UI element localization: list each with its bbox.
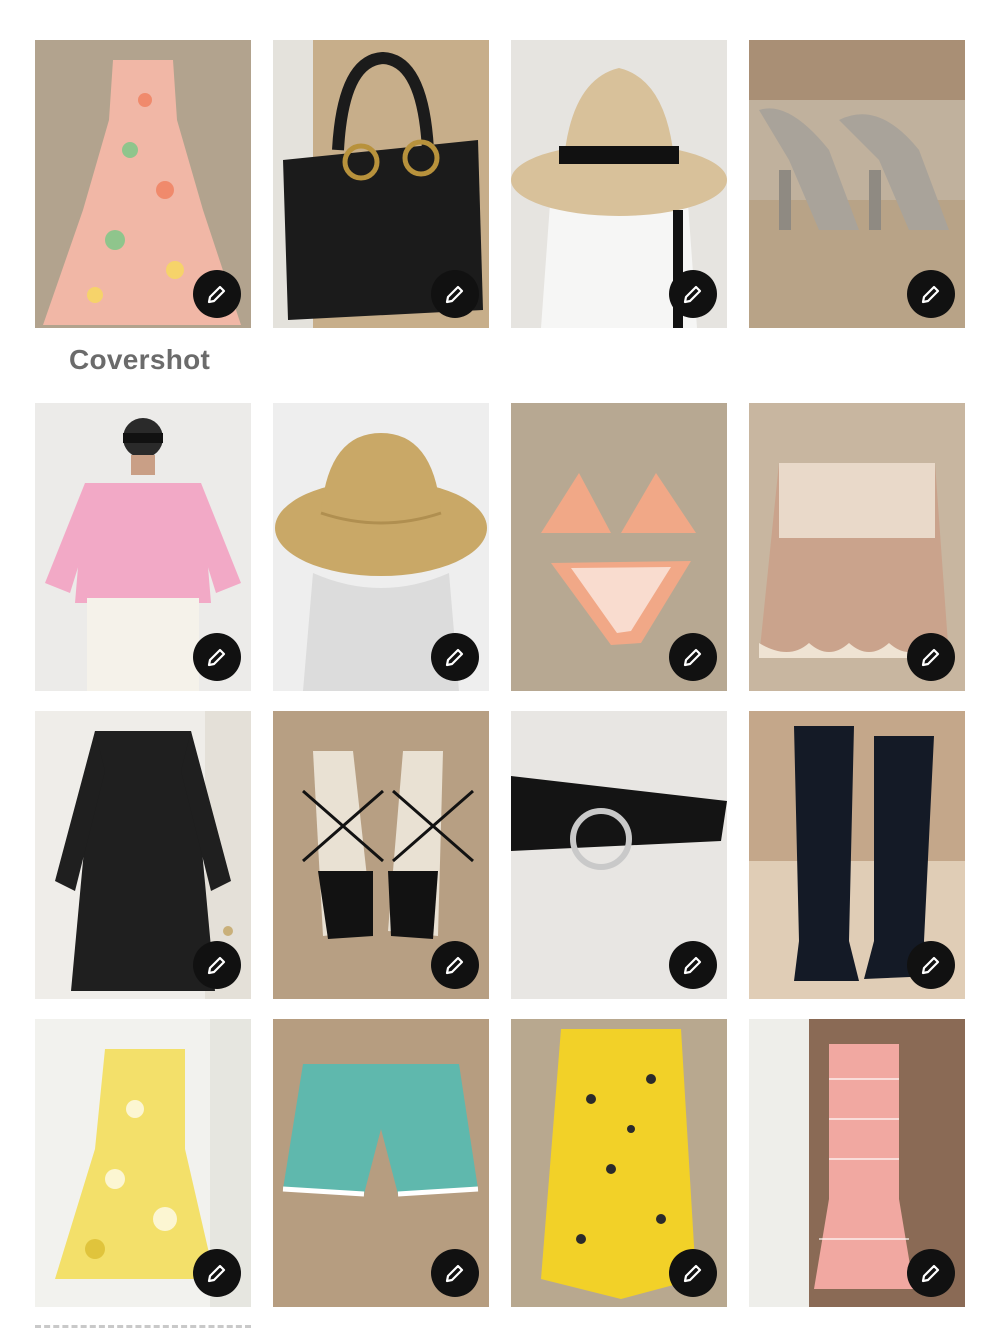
pencil-icon — [921, 285, 940, 304]
pencil-icon — [921, 1264, 940, 1283]
edit-photo-button[interactable] — [431, 1249, 479, 1297]
photo-tile[interactable] — [35, 1019, 251, 1307]
pencil-icon — [207, 285, 226, 304]
photo-tile[interactable] — [511, 40, 727, 328]
edit-photo-button[interactable] — [431, 633, 479, 681]
edit-photo-button[interactable] — [907, 941, 955, 989]
edit-photo-button[interactable] — [669, 270, 717, 318]
pencil-icon — [921, 956, 940, 975]
edit-photo-button[interactable] — [669, 1249, 717, 1297]
pencil-icon — [445, 956, 464, 975]
add-photo-placeholder-border[interactable] — [35, 1325, 251, 1328]
pencil-icon — [207, 1264, 226, 1283]
edit-photo-button[interactable] — [669, 941, 717, 989]
edit-photo-button[interactable] — [907, 633, 955, 681]
photo-tile[interactable] — [35, 403, 251, 691]
photo-tile[interactable] — [749, 711, 965, 999]
photo-tile[interactable] — [511, 711, 727, 999]
photo-tile[interactable] — [273, 711, 489, 999]
edit-photo-button[interactable] — [907, 1249, 955, 1297]
photo-tile[interactable] — [273, 1019, 489, 1307]
edit-photo-button[interactable] — [193, 633, 241, 681]
photo-tile[interactable] — [749, 403, 965, 691]
pencil-icon — [445, 1264, 464, 1283]
pencil-icon — [921, 648, 940, 667]
pencil-icon — [683, 956, 702, 975]
photo-tile[interactable] — [35, 711, 251, 999]
pencil-icon — [683, 285, 702, 304]
edit-photo-button[interactable] — [193, 941, 241, 989]
photo-tile[interactable] — [749, 1019, 965, 1307]
edit-photo-button[interactable] — [193, 270, 241, 318]
photo-tile[interactable] — [511, 1019, 727, 1307]
pencil-icon — [207, 648, 226, 667]
edit-photo-button[interactable] — [193, 1249, 241, 1297]
pencil-icon — [683, 648, 702, 667]
photo-tile[interactable] — [35, 40, 251, 328]
edit-photo-button[interactable] — [431, 270, 479, 318]
covershot-label: Covershot — [69, 344, 211, 375]
pencil-icon — [445, 285, 464, 304]
photo-tile[interactable] — [273, 403, 489, 691]
edit-photo-button[interactable] — [669, 633, 717, 681]
photo-tile[interactable] — [749, 40, 965, 328]
pencil-icon — [207, 956, 226, 975]
pencil-icon — [683, 1264, 702, 1283]
photo-tile[interactable] — [511, 403, 727, 691]
photo-tile[interactable] — [273, 40, 489, 328]
edit-photo-button[interactable] — [431, 941, 479, 989]
pencil-icon — [445, 648, 464, 667]
edit-photo-button[interactable] — [907, 270, 955, 318]
